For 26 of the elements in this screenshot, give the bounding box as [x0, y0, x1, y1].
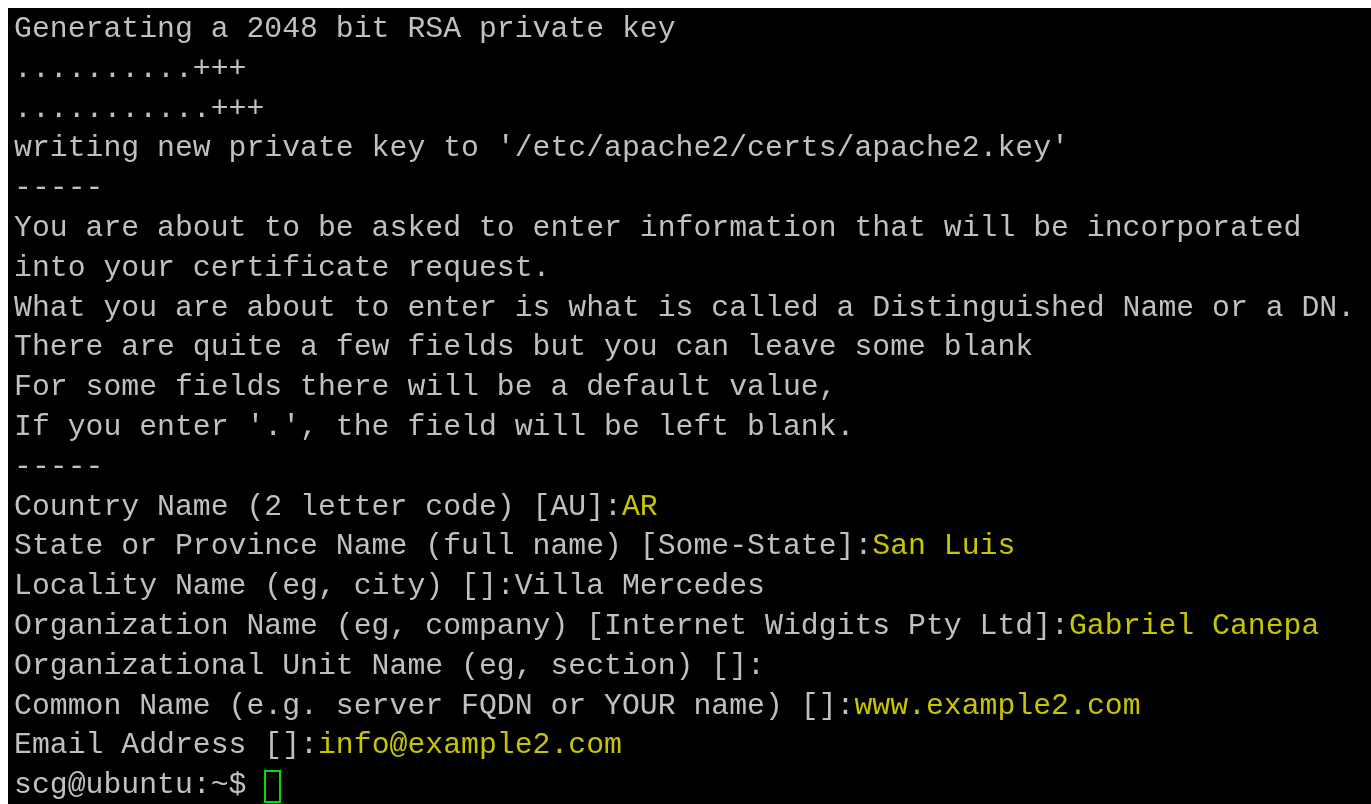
terminal-line: Organizational Unit Name (eg, section) []: [14, 647, 765, 685]
typed-text: Gabriel Canepa [1069, 607, 1320, 645]
terminal-line: What you are about to enter is what is called a Distinguished Name or a DN. [14, 289, 1356, 327]
terminal-line: into your certificate request. [14, 249, 551, 287]
terminal-line: ----- [14, 170, 104, 208]
terminal-line: Country Name (2 letter code) [AU]: [14, 488, 622, 526]
typed-text: San Luis [872, 528, 1016, 566]
shell-prompt: scg@ubuntu:~$ [14, 767, 247, 804]
terminal-line: Common Name (e.g. server FQDN or YOUR name) []: [14, 687, 855, 725]
terminal-line: Email Address []: [14, 727, 318, 765]
cursor-icon [264, 769, 282, 803]
terminal-line: You are about to be asked to enter information that will be incorporated [14, 210, 1302, 247]
terminal-line: Locality Name (eg, city) []:Villa Mercedes [14, 568, 765, 606]
terminal-line: For some fields there will be a default value, [14, 369, 837, 407]
terminal-line: If you enter '.', the field will be left blank. [14, 408, 855, 446]
terminal-line: ..........+++ [14, 50, 247, 88]
terminal-line: State or Province Name (full name) [Some-State]: [14, 528, 873, 566]
terminal-line: writing new private key to '/etc/apache2/certs/apache2.key' [14, 130, 1069, 168]
typed-text: info@example2.com [318, 727, 622, 765]
terminal-line: There are quite a few fields but you can leave some blank [14, 329, 1034, 367]
terminal-line: Generating a 2048 bit RSA private key [14, 11, 676, 48]
terminal-line: ...........+++ [14, 90, 265, 128]
terminal-line: ----- [14, 448, 104, 486]
terminal-line: Organization Name (eg, company) [Internet Widgits Pty Ltd]: [14, 607, 1069, 645]
typed-text: www.example2.com [854, 687, 1141, 725]
typed-text: AR [621, 488, 658, 526]
